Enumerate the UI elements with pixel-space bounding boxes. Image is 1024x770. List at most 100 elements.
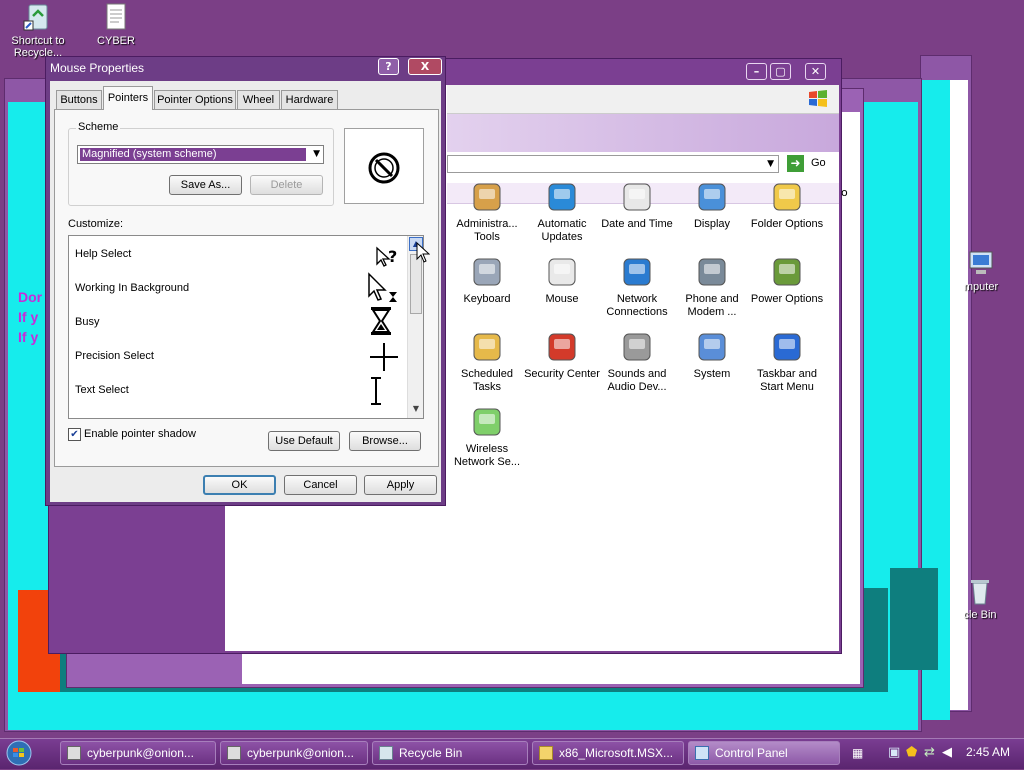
tab-pointers[interactable]: Pointers (103, 86, 153, 110)
help-button[interactable]: ? (378, 58, 399, 75)
control-panel-item[interactable]: System (672, 330, 752, 381)
power-icon (770, 255, 804, 289)
hourglass-icon (369, 306, 393, 339)
pointer-shadow-label[interactable]: Enable pointer shadow (84, 428, 196, 440)
delete-button[interactable]: Delete (250, 175, 323, 195)
control-panel-item[interactable]: Display (672, 180, 752, 231)
control-panel-item[interactable]: Automatic Updates (522, 180, 602, 244)
control-panel-item[interactable]: Date and Time (597, 180, 677, 231)
tray-security-icon[interactable]: ⬟ (906, 745, 917, 760)
svg-text:?: ? (388, 247, 397, 266)
tab-hardware[interactable]: Hardware (281, 90, 338, 110)
scheduled-tasks-icon (470, 330, 504, 364)
working-background-cursor-icon (367, 272, 401, 307)
apply-button[interactable]: Apply (364, 475, 437, 495)
control-panel-item[interactable]: Scheduled Tasks (447, 330, 527, 394)
minimize-button[interactable]: – (746, 63, 767, 80)
document-icon (101, 2, 131, 32)
taskbar-button-terminal-2[interactable]: cyberpunk@onion... (220, 741, 368, 765)
tab-wheel[interactable]: Wheel (237, 90, 280, 110)
control-panel-item-label: Automatic Updates (537, 218, 587, 243)
go-arrow-icon: ➜ (787, 155, 804, 172)
control-panel-item-label: Taskbar and Start Menu (757, 368, 817, 393)
taskbar-button-terminal-1[interactable]: cyberpunk@onion... (60, 741, 216, 765)
control-panel-item[interactable]: Taskbar and Start Menu (747, 330, 827, 394)
scheme-select[interactable]: Magnified (system scheme) ▼ (77, 145, 324, 164)
save-as-button[interactable]: Save As... (169, 175, 242, 195)
use-default-button[interactable]: Use Default (268, 431, 340, 451)
control-panel-item-label: Date and Time (601, 218, 673, 230)
list-item[interactable]: Help Select ? (69, 236, 407, 270)
cancel-button[interactable]: Cancel (284, 475, 357, 495)
control-panel-item-label: Administra... Tools (456, 218, 518, 243)
system-icon (695, 330, 729, 364)
control-panel-item[interactable]: Wireless Network Se... (447, 405, 527, 469)
control-panel-item[interactable]: Mouse (522, 255, 602, 306)
column-header-fragment: o (841, 186, 848, 199)
customize-label: Customize: (68, 218, 124, 230)
close-button[interactable]: X (408, 58, 442, 75)
scheme-label: Scheme (76, 121, 121, 133)
tray-connections-icon[interactable]: ⇄ (924, 745, 935, 760)
list-item[interactable]: Precision Select (69, 338, 407, 372)
control-panel-item-label: Keyboard (463, 293, 511, 305)
taskbar-button-folder[interactable]: x86_Microsoft.MSX... (532, 741, 684, 765)
scroll-down-button[interactable]: ▼ (409, 402, 423, 416)
desktop-icon-recycle-shortcut[interactable]: Shortcut to Recycle... (2, 2, 74, 59)
control-panel-item[interactable]: Power Options (747, 255, 827, 306)
speaker-icon (620, 330, 654, 364)
help-select-cursor-icon: ? (375, 244, 403, 271)
address-dropdown-arrow-icon[interactable]: ▼ (767, 159, 774, 169)
control-panel-item[interactable]: Phone and Modem ... (672, 255, 752, 319)
control-panel-item[interactable]: Network Connections (597, 255, 677, 319)
control-panel-item[interactable]: Sounds and Audio Dev... (597, 330, 677, 394)
maximize-button[interactable]: ▢ (770, 63, 791, 80)
folder-options-icon (770, 180, 804, 214)
recycle-bin-icon (965, 576, 995, 606)
control-panel-item[interactable]: Security Center (522, 330, 602, 381)
taskbar-button-label: cyberpunk@onion... (87, 746, 194, 760)
go-button[interactable]: ➜ Go (787, 155, 831, 173)
pointer-list[interactable]: Help Select ? Working In Background Busy… (68, 235, 424, 419)
start-button[interactable] (4, 739, 44, 767)
list-item[interactable]: Busy (69, 304, 407, 338)
banner-strip (447, 114, 839, 152)
close-button[interactable]: ✕ (805, 63, 826, 80)
address-bar[interactable]: ▼ (447, 155, 779, 173)
desktop-icon-recycle-bin[interactable]: cle Bin (940, 576, 1020, 621)
clock[interactable]: 2:45 AM (966, 745, 1010, 759)
control-panel-item-label: System (693, 368, 731, 380)
control-panel-item-label: Power Options (750, 293, 824, 305)
wireless-icon (470, 405, 504, 439)
chevron-down-icon[interactable]: ▼ (313, 149, 320, 159)
list-item[interactable]: Text Select (69, 372, 407, 406)
browse-button[interactable]: Browse... (349, 431, 421, 451)
tray-keyboard-icon[interactable]: ▦ (852, 746, 863, 760)
tab-buttons[interactable]: Buttons (56, 90, 102, 110)
control-panel-item[interactable]: Administra... Tools (447, 180, 527, 244)
tray-network-icon[interactable]: ▣ (888, 745, 900, 760)
desktop-icon-computer[interactable]: mputer (946, 248, 1016, 293)
taskbar-button-control-panel[interactable]: Control Panel (688, 741, 840, 765)
pointer-shadow-checkbox[interactable]: ✔ (68, 428, 81, 441)
admin-tools-icon (470, 180, 504, 214)
tab-pointer-options[interactable]: Pointer Options (154, 90, 236, 110)
list-item[interactable]: Working In Background (69, 270, 407, 304)
taskbar-button-label: cyberpunk@onion... (247, 746, 354, 760)
control-panel-item-label: Scheduled Tasks (461, 368, 513, 393)
unavailable-cursor-icon (367, 151, 401, 188)
desktop-icon-cyber[interactable]: CYBER (80, 2, 152, 47)
control-panel-item-label: Display (693, 218, 731, 230)
taskbar-button-label: Recycle Bin (399, 746, 463, 760)
taskbar-button-label: Control Panel (715, 746, 788, 760)
control-panel-item[interactable]: Keyboard (447, 255, 527, 306)
taskbar-button-recycle-bin[interactable]: Recycle Bin (372, 741, 528, 765)
tray-volume-icon[interactable]: ◀ (942, 745, 952, 760)
pointer-name: Busy (75, 316, 100, 328)
ok-button[interactable]: OK (203, 475, 276, 495)
recycle-bin-icon (379, 746, 393, 760)
control-panel-icon (695, 746, 709, 760)
background-teal-block-right (890, 568, 938, 670)
pointer-preview (344, 128, 424, 204)
control-panel-item[interactable]: Folder Options (747, 180, 827, 231)
